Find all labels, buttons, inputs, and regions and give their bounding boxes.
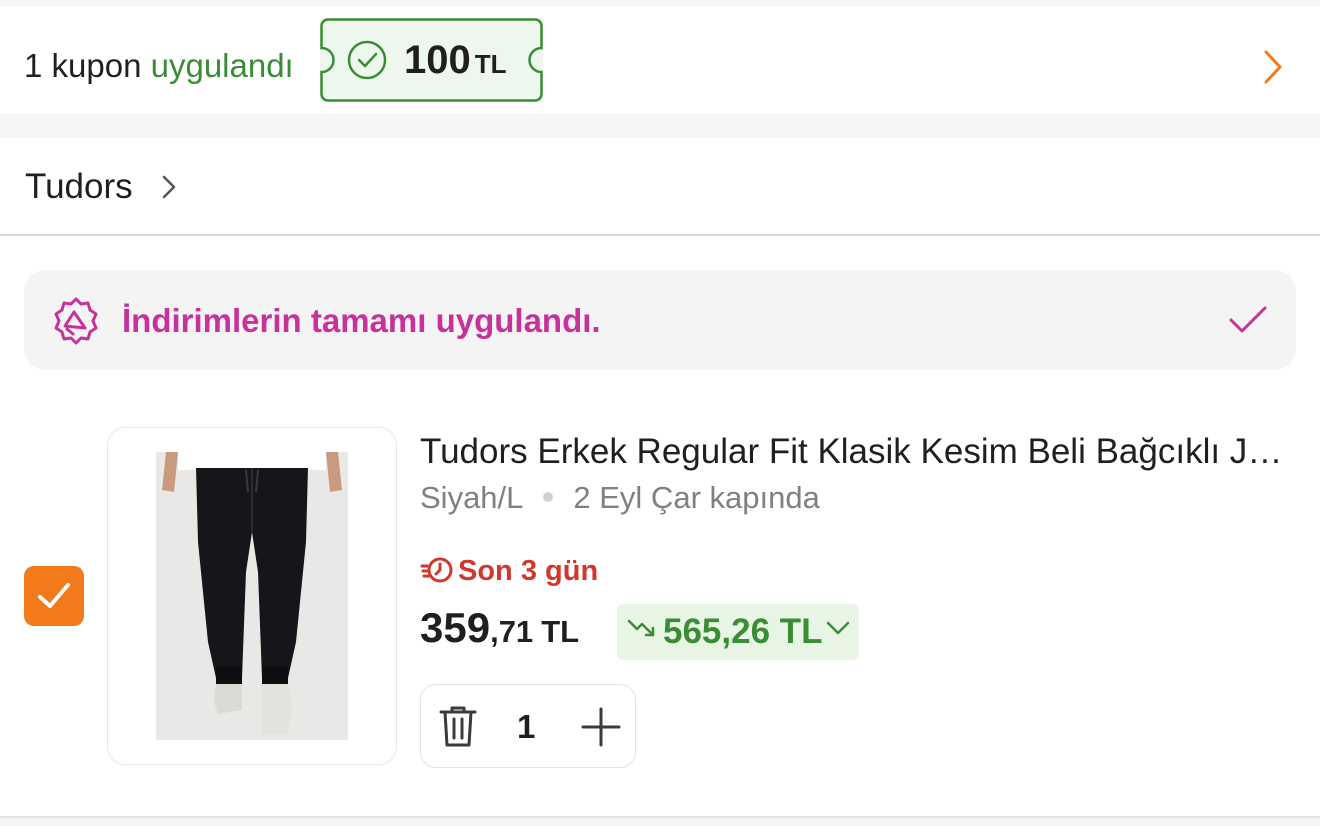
quantity-stepper: 1 xyxy=(420,684,636,768)
fast-timer-icon xyxy=(420,554,456,589)
quantity-value: 1 xyxy=(517,708,536,745)
product-title[interactable]: Tudors Erkek Regular Fit Klasik Kesim Be… xyxy=(420,432,1300,472)
discount-banner: İndirimlerin tamamı uygulandı. xyxy=(24,270,1296,370)
chevron-right-icon[interactable] xyxy=(158,174,180,205)
campaign-text: Son 3 gün xyxy=(458,555,599,587)
checkmark-icon xyxy=(38,583,70,608)
coupon-status-text: uygulandı xyxy=(150,47,294,84)
coupon-ticket[interactable]: 100 TL xyxy=(320,18,543,102)
coupon-amount-value: 100 xyxy=(404,38,471,82)
discount-badge-icon xyxy=(50,295,102,352)
product-image-container[interactable] xyxy=(107,427,397,765)
cart-item-section: İndirimlerin tamamı uygulandı. Tudors Er… xyxy=(0,236,1320,818)
trend-down-icon xyxy=(627,617,657,644)
coupon-summary: 1 kupon uygulandı xyxy=(24,46,294,86)
product-variant: Siyah/L xyxy=(420,480,524,515)
item-select-checkbox[interactable] xyxy=(24,566,84,626)
coupon-currency: TL xyxy=(474,49,507,79)
product-image xyxy=(156,452,348,740)
old-price-text: 565,26 TL xyxy=(663,612,823,651)
seller-header[interactable]: Tudors xyxy=(0,138,1320,236)
discount-banner-text: İndirimlerin tamamı uygulandı. xyxy=(122,302,601,339)
price-currency: TL xyxy=(541,614,580,649)
coupon-count-text: 1 kupon xyxy=(24,47,142,84)
plus-icon[interactable] xyxy=(579,705,623,749)
price-decimal: ,71 xyxy=(490,614,534,649)
coupon-amount: 100 TL xyxy=(404,40,507,84)
product-meta-row: Siyah/L 2 Eyl Çar kapında xyxy=(420,480,820,516)
check-circle-icon xyxy=(346,39,388,86)
old-price-tag[interactable]: 565,26 TL xyxy=(617,604,859,660)
delivery-estimate: 2 Eyl Çar kapında xyxy=(573,480,820,515)
price-integer: 359 xyxy=(420,604,491,651)
separator-dot xyxy=(543,491,554,502)
seller-name[interactable]: Tudors xyxy=(25,167,133,207)
chevron-right-icon[interactable] xyxy=(1258,49,1288,90)
coupon-bar[interactable]: 1 kupon uygulandı 100 TL xyxy=(0,6,1320,114)
check-icon xyxy=(1228,304,1268,341)
chevron-down-icon xyxy=(825,619,851,642)
price-row: 359,71 TL xyxy=(420,604,579,652)
campaign-badge: Son 3 gün xyxy=(420,554,598,589)
trash-icon[interactable] xyxy=(437,703,479,749)
